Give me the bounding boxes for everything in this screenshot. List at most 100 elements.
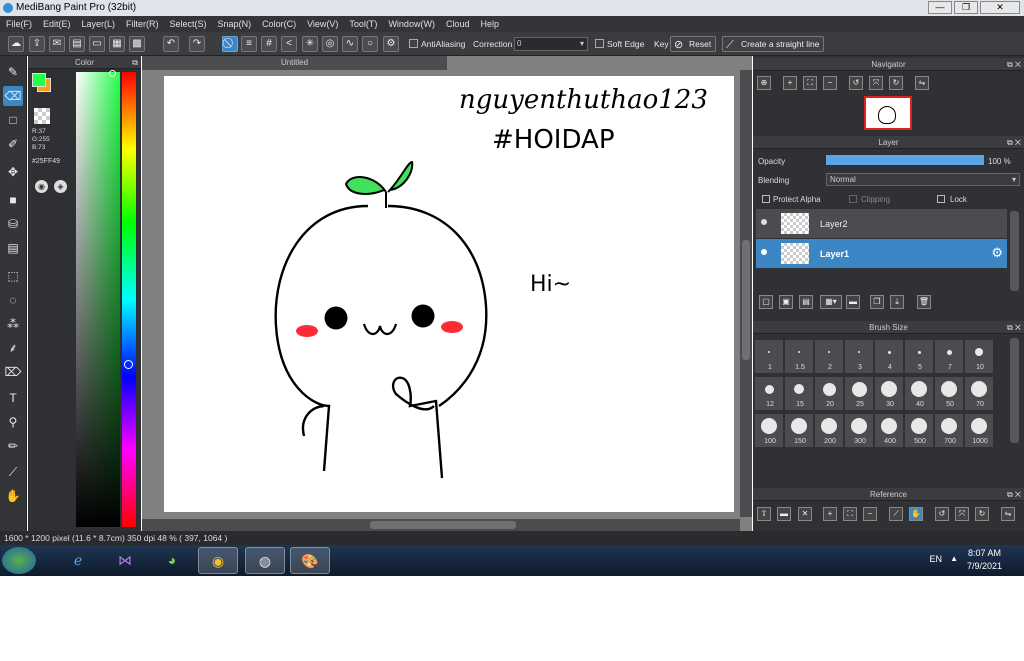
snap-radial-icon[interactable]: ✳ — [302, 36, 318, 52]
text-tool-icon[interactable]: T — [3, 388, 23, 408]
menu-layer[interactable]: Layer(L) — [82, 19, 116, 29]
straight-line-button[interactable]: ⟋ Create a straight line — [722, 36, 825, 52]
menu-window[interactable]: Window(W) — [388, 19, 435, 29]
coccoc-browser-icon[interactable]: ◕ — [152, 547, 192, 574]
minimize-button[interactable]: — — [928, 1, 952, 14]
panel-popout-icon[interactable]: ⧉ — [132, 56, 138, 69]
antialias-checkbox[interactable] — [409, 39, 418, 48]
new-layer-icon[interactable]: ▢ — [759, 295, 773, 309]
eyedropper-icon[interactable]: ⟋ — [3, 462, 23, 482]
color-wheel-icon[interactable]: ◉ — [35, 180, 48, 193]
close-button[interactable]: ✕ — [980, 1, 1020, 14]
new-8bit-layer-icon[interactable]: ▤ — [799, 295, 813, 309]
menu-cloud[interactable]: Cloud — [446, 19, 470, 29]
layer-list-scrollbar[interactable] — [1010, 211, 1019, 291]
reference-zoom-out-icon[interactable]: − — [863, 507, 877, 521]
layer-row[interactable]: Layer2 — [756, 209, 1007, 238]
reference-hand-icon[interactable]: ✋ — [909, 507, 923, 521]
reference-flip-icon[interactable]: ⇋ — [1001, 507, 1015, 521]
snap-grid-icon[interactable]: # — [261, 36, 277, 52]
brush-size-option[interactable]: 300 — [844, 413, 874, 448]
navigator-preview[interactable] — [864, 96, 912, 130]
system-clock[interactable]: 8:07 AM 7/9/2021 — [967, 547, 1002, 573]
canvas-tab[interactable]: Untitled — [142, 56, 447, 70]
paint-taskbar-icon[interactable]: 🎨 — [290, 547, 330, 574]
brush-size-option[interactable]: 2 — [814, 339, 844, 374]
lasso-tool-icon[interactable]: ◌ — [3, 290, 23, 310]
tray-arrow-icon[interactable]: ▲ — [950, 554, 958, 563]
menu-snap[interactable]: Snap(N) — [218, 19, 252, 29]
internet-explorer-icon[interactable]: ℯ — [58, 547, 98, 574]
reference-rotate-right-icon[interactable]: ↻ — [975, 507, 989, 521]
brush-size-popout-icon[interactable]: ⧉ ✕ — [1007, 321, 1021, 334]
document-icon[interactable]: ▭ — [89, 36, 105, 52]
visual-studio-icon[interactable]: ⋈ — [105, 547, 145, 574]
delete-layer-icon[interactable]: 🗑 — [917, 295, 931, 309]
menu-select[interactable]: Select(S) — [170, 19, 207, 29]
bucket-tool-icon[interactable]: ⛁ — [3, 214, 23, 234]
reference-reset-icon[interactable]: ⤧ — [955, 507, 969, 521]
brush-size-option[interactable]: 700 — [934, 413, 964, 448]
horizontal-scroll-thumb[interactable] — [370, 521, 516, 529]
magic-wand-icon[interactable]: ⁂ — [3, 314, 23, 334]
start-button-icon[interactable] — [2, 547, 36, 574]
snap-ellipse-icon[interactable]: ○ — [362, 36, 378, 52]
hue-slider[interactable] — [122, 72, 136, 527]
drawing-canvas[interactable]: nguyenthuthao123 #HOIDAP Hi~ — [164, 76, 734, 512]
rotate-right-icon[interactable]: ↻ — [889, 76, 903, 90]
gradient-tool-icon[interactable]: ▤ — [3, 238, 23, 258]
add-layer-menu-icon[interactable]: ▦▾ — [820, 295, 842, 309]
reference-zoom-in-icon[interactable]: + — [823, 507, 837, 521]
brush-size-option[interactable]: 1.5 — [784, 339, 814, 374]
cloud-icon[interactable]: ☁ — [8, 36, 24, 52]
hue-slider-handle[interactable] — [124, 360, 133, 369]
brush-tool-icon[interactable]: ✎ — [3, 62, 23, 82]
reference-eyedropper-icon[interactable]: ⟋ — [889, 507, 903, 521]
brush-size-option[interactable]: 50 — [934, 376, 964, 411]
layer-visibility-icon[interactable] — [761, 219, 767, 225]
zoom-out-icon[interactable]: − — [823, 76, 837, 90]
brush-size-option[interactable]: 200 — [814, 413, 844, 448]
layer-popout-icon[interactable]: ⧉ ✕ — [1007, 136, 1021, 149]
move-tool-icon[interactable]: ✥ — [3, 162, 23, 182]
operation-tool-icon[interactable]: ⚲ — [3, 412, 23, 432]
menu-file[interactable]: File(F) — [6, 19, 32, 29]
fill-rect-icon[interactable]: ■ — [3, 190, 23, 210]
vertical-scroll-thumb[interactable] — [742, 240, 750, 360]
menu-view[interactable]: View(V) — [307, 19, 338, 29]
select-pen-icon[interactable]: ⸙ — [3, 338, 23, 358]
brush-size-option[interactable]: 40 — [904, 376, 934, 411]
reset-button[interactable]: ⊘ Reset — [670, 36, 717, 52]
reference-rotate-left-icon[interactable]: ↺ — [935, 507, 949, 521]
reference-fit-icon[interactable]: ⛶ — [843, 507, 857, 521]
chrome-icon[interactable]: ◉ — [198, 547, 238, 574]
maximize-button[interactable]: ❐ — [954, 1, 978, 14]
select-eraser-icon[interactable]: ⌦ — [3, 362, 23, 382]
saturation-brightness-picker[interactable] — [76, 72, 120, 527]
brush-size-option[interactable]: 70 — [964, 376, 994, 411]
brush-size-option[interactable]: 100 — [754, 413, 784, 448]
soft-edge-checkbox[interactable] — [595, 39, 604, 48]
rotate-left-icon[interactable]: ↺ — [849, 76, 863, 90]
reference-folder-icon[interactable]: ▬ — [777, 507, 791, 521]
new-halftone-layer-icon[interactable]: ▣ — [779, 295, 793, 309]
reference-popout-icon[interactable]: ⧉ ✕ — [1007, 488, 1021, 501]
language-indicator[interactable]: EN — [929, 554, 942, 564]
snap-circle-icon[interactable]: ◎ — [322, 36, 338, 52]
select-rect-icon[interactable]: ⬚ — [3, 266, 23, 286]
undo-icon[interactable]: ↶ — [163, 36, 179, 52]
chat-icon[interactable]: ✉ — [49, 36, 65, 52]
snap-curve-icon[interactable]: ∿ — [342, 36, 358, 52]
layer-name[interactable]: Layer1 — [820, 249, 849, 259]
brush-size-option[interactable]: 1000 — [964, 413, 994, 448]
new-folder-icon[interactable]: ▬ — [846, 295, 860, 309]
redo-icon[interactable]: ↷ — [189, 36, 205, 52]
comment-icon[interactable]: ▤ — [69, 36, 85, 52]
protect-alpha-checkbox[interactable] — [762, 195, 770, 203]
lock-checkbox[interactable] — [937, 195, 945, 203]
menu-help[interactable]: Help — [480, 19, 499, 29]
layout-icon[interactable]: ▦ — [109, 36, 125, 52]
zoom-in-icon[interactable]: + — [783, 76, 797, 90]
duplicate-layer-icon[interactable]: ❐ — [870, 295, 884, 309]
blur-tool-icon[interactable]: ✏ — [3, 436, 23, 456]
